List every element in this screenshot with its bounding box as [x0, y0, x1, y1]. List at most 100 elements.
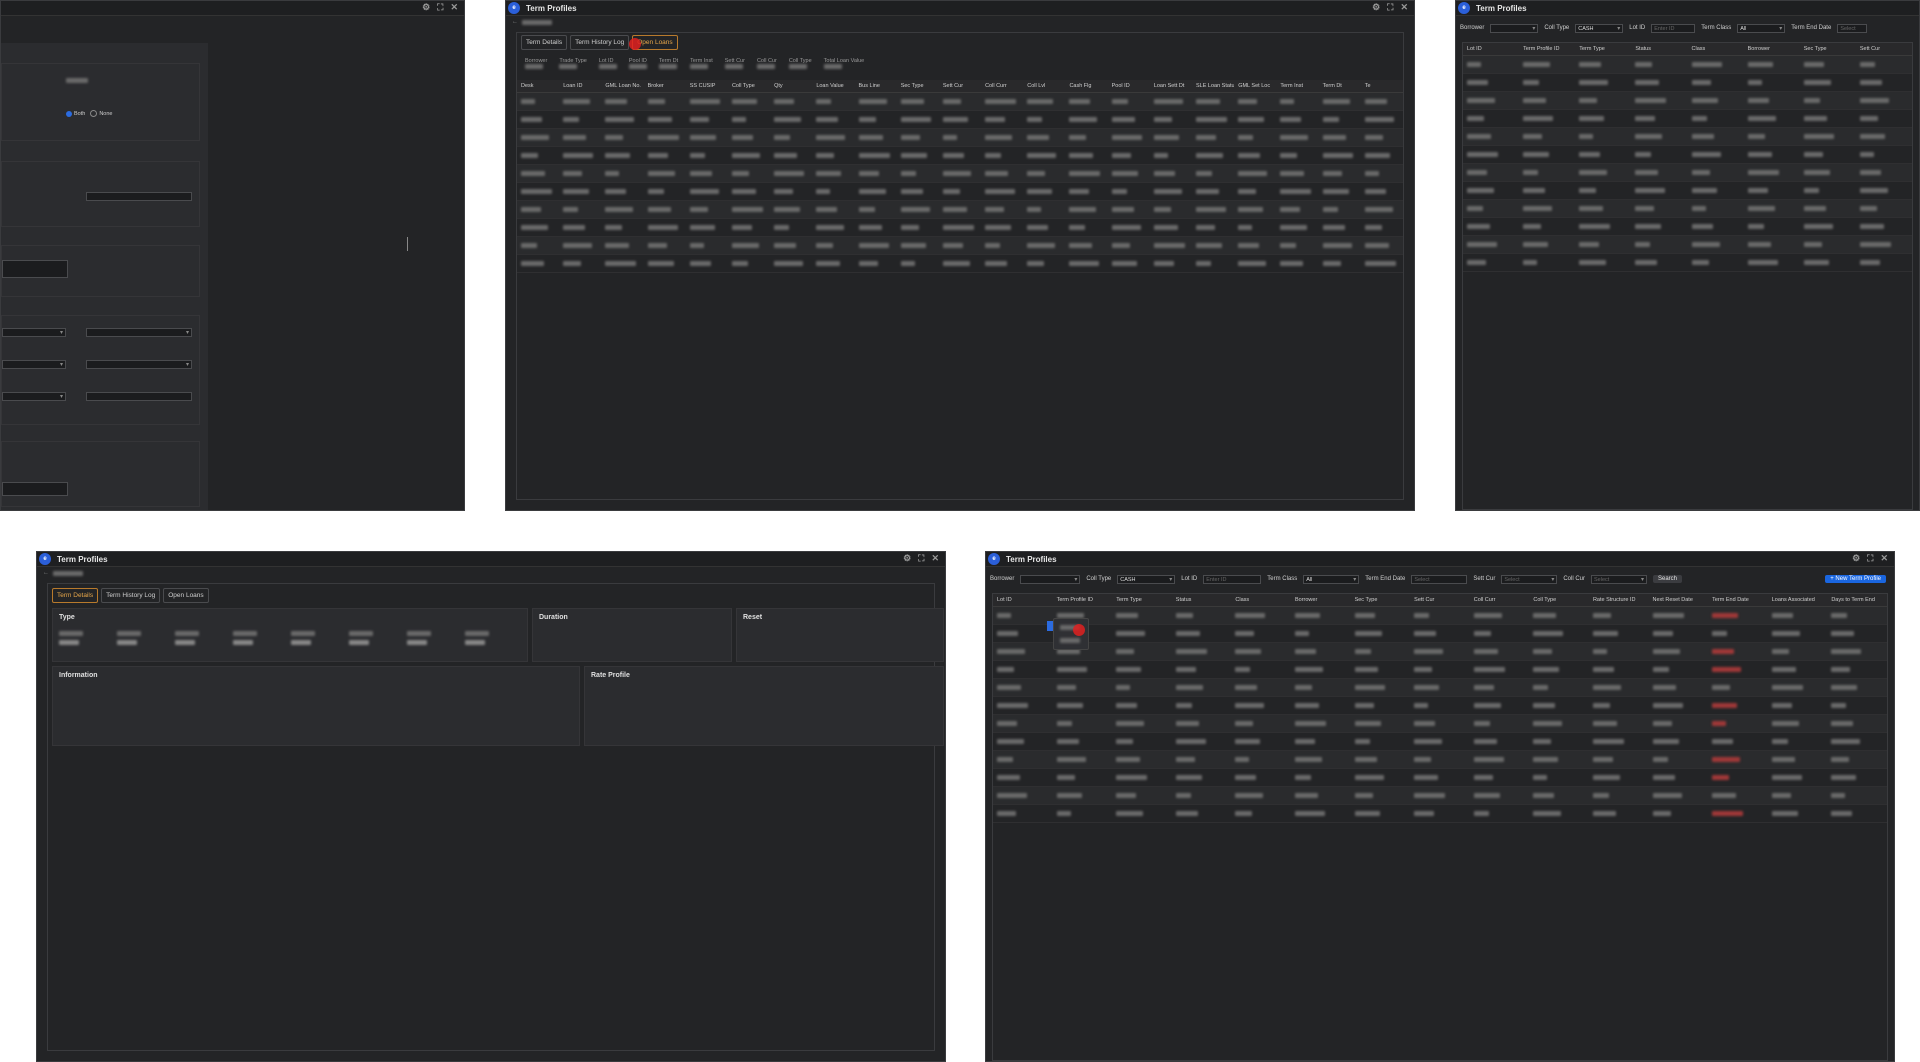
column-header[interactable]: Coll Type: [1529, 597, 1589, 603]
column-header[interactable]: Rate Structure ID: [1589, 597, 1649, 603]
column-header[interactable]: Desk: [517, 83, 559, 89]
close-icon[interactable]: ✕: [1400, 2, 1408, 13]
expand-icon[interactable]: ⛶: [1867, 553, 1873, 564]
radio-both[interactable]: Both: [66, 110, 85, 117]
column-header[interactable]: GML Loan No.: [601, 83, 643, 89]
column-header[interactable]: Borrower: [1744, 46, 1800, 52]
new-term-profile-button[interactable]: + New Term Profile: [1825, 575, 1886, 583]
column-header[interactable]: Lot ID: [1463, 46, 1519, 52]
table-row[interactable]: [993, 643, 1887, 661]
table-row[interactable]: [1463, 236, 1912, 254]
column-header[interactable]: Coll Curr: [981, 83, 1023, 89]
column-header[interactable]: Term Type: [1112, 597, 1172, 603]
table-row[interactable]: [517, 129, 1403, 147]
row-action-icon[interactable]: [1047, 621, 1053, 631]
table-row[interactable]: [993, 769, 1887, 787]
column-header[interactable]: Class: [1688, 46, 1744, 52]
table-row[interactable]: [1463, 182, 1912, 200]
menu-item[interactable]: [1060, 638, 1080, 643]
coll-type-select[interactable]: CASH: [1117, 574, 1176, 584]
radio-group[interactable]: Both None: [66, 110, 112, 117]
text-input-2[interactable]: [86, 392, 192, 401]
expand-icon[interactable]: ⛶: [437, 2, 443, 13]
column-header[interactable]: Term Profile ID: [1053, 597, 1113, 603]
table-row[interactable]: [993, 697, 1887, 715]
column-header[interactable]: Loan ID: [559, 83, 601, 89]
select-4[interactable]: [86, 360, 192, 369]
column-header[interactable]: Sec Type: [1800, 46, 1856, 52]
column-header[interactable]: Term Inst: [1276, 83, 1318, 89]
term-class-select[interactable]: All: [1303, 574, 1360, 584]
expand-icon[interactable]: ⛶: [1387, 2, 1393, 13]
column-header[interactable]: Broker: [644, 83, 686, 89]
term-end-date-input[interactable]: Select: [1837, 23, 1868, 33]
text-input[interactable]: [2, 260, 68, 278]
column-header[interactable]: SLE Loan Status: [1192, 83, 1234, 89]
column-header[interactable]: Next Reset Date: [1649, 597, 1709, 603]
table-row[interactable]: [993, 733, 1887, 751]
column-header[interactable]: Cash Flg: [1065, 83, 1107, 89]
table-row[interactable]: [517, 237, 1403, 255]
column-header[interactable]: Term Type: [1575, 46, 1631, 52]
table-row[interactable]: [993, 715, 1887, 733]
table-row[interactable]: [517, 201, 1403, 219]
column-header[interactable]: SS CUSIP: [686, 83, 728, 89]
table-row[interactable]: [517, 93, 1403, 111]
table-row[interactable]: [517, 183, 1403, 201]
column-header[interactable]: Status: [1631, 46, 1687, 52]
radio-none[interactable]: None: [90, 110, 112, 117]
table-row[interactable]: [517, 255, 1403, 273]
table-row[interactable]: [993, 787, 1887, 805]
column-header[interactable]: Te: [1361, 83, 1403, 89]
close-icon[interactable]: ✕: [450, 2, 458, 13]
tab-term-details[interactable]: Term Details: [52, 588, 99, 603]
table-row[interactable]: [993, 679, 1887, 697]
select-5[interactable]: [2, 392, 66, 401]
table-row[interactable]: [1463, 92, 1912, 110]
tab-term-history-log[interactable]: Term History Log: [101, 588, 161, 603]
column-header[interactable]: Term End Date: [1708, 597, 1768, 603]
column-header[interactable]: Sec Type: [897, 83, 939, 89]
column-header[interactable]: Bus Line: [855, 83, 897, 89]
borrower-select[interactable]: [1490, 23, 1539, 33]
column-header[interactable]: Coll Lvl: [1023, 83, 1065, 89]
column-header[interactable]: Term Profile ID: [1519, 46, 1575, 52]
column-header[interactable]: Status: [1172, 597, 1232, 603]
expand-icon[interactable]: ⛶: [918, 553, 924, 564]
table-row[interactable]: [993, 607, 1887, 625]
column-header[interactable]: Coll Curr: [1470, 597, 1530, 603]
column-header[interactable]: Sec Type: [1351, 597, 1411, 603]
term-class-select[interactable]: All: [1737, 23, 1786, 33]
text-input-3[interactable]: [2, 482, 68, 496]
term-end-date-input[interactable]: Select: [1411, 574, 1468, 584]
table-row[interactable]: [1463, 218, 1912, 236]
gear-icon[interactable]: ⚙: [903, 553, 911, 564]
table-row[interactable]: [1463, 164, 1912, 182]
lot-id-input[interactable]: Enter ID: [1651, 23, 1696, 33]
back-arrow-icon[interactable]: ←: [43, 570, 49, 576]
table-row[interactable]: [1463, 254, 1912, 272]
back-arrow-icon[interactable]: ←: [512, 19, 518, 25]
row-context-menu[interactable]: [1053, 618, 1089, 650]
close-icon[interactable]: ✕: [1880, 553, 1888, 564]
table-row[interactable]: [993, 751, 1887, 769]
select-2[interactable]: [86, 328, 192, 337]
table-row[interactable]: [993, 661, 1887, 679]
date-input[interactable]: [86, 192, 192, 201]
column-header[interactable]: Loan Sett Dt: [1150, 83, 1192, 89]
coll-cur-select[interactable]: Select: [1591, 574, 1647, 584]
borrower-select[interactable]: [1020, 574, 1081, 584]
gear-icon[interactable]: ⚙: [1852, 553, 1860, 564]
column-header[interactable]: Sett Cur: [939, 83, 981, 89]
column-header[interactable]: Borrower: [1291, 597, 1351, 603]
select-3[interactable]: [2, 360, 66, 369]
tab-term-details[interactable]: Term Details: [521, 35, 568, 50]
table-row[interactable]: [517, 165, 1403, 183]
table-row[interactable]: [1463, 74, 1912, 92]
column-header[interactable]: Sett Cur: [1856, 46, 1912, 52]
column-header[interactable]: Qty: [770, 83, 812, 89]
table-row[interactable]: [993, 805, 1887, 823]
table-row[interactable]: [1463, 56, 1912, 74]
column-header[interactable]: Coll Type: [728, 83, 770, 89]
gear-icon[interactable]: ⚙: [422, 2, 430, 13]
